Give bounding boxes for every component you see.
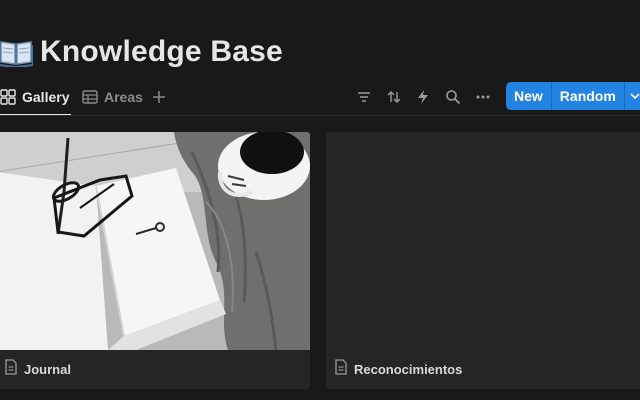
gallery-card[interactable]: Journal bbox=[0, 132, 310, 389]
random-button[interactable]: Random bbox=[552, 82, 625, 110]
document-icon bbox=[4, 359, 18, 380]
lightning-icon[interactable] bbox=[414, 88, 432, 106]
new-button-group: New Random bbox=[506, 82, 640, 110]
card-footer: Journal bbox=[0, 350, 310, 389]
table-icon bbox=[82, 90, 98, 104]
card-cover-image bbox=[0, 132, 310, 350]
more-icon[interactable] bbox=[474, 88, 492, 106]
card-title: Reconocimientos bbox=[354, 362, 463, 377]
card-footer: Reconocimientos bbox=[326, 350, 640, 389]
new-button[interactable]: New bbox=[506, 82, 552, 110]
search-icon[interactable] bbox=[444, 88, 462, 106]
open-book-icon[interactable] bbox=[0, 34, 34, 70]
tab-label: Areas bbox=[104, 89, 143, 105]
chevron-down-icon[interactable] bbox=[625, 82, 640, 110]
page-title[interactable]: Knowledge Base bbox=[40, 35, 283, 69]
gallery-grid-icon bbox=[0, 89, 16, 105]
database-toolbar: Gallery Areas New Random bbox=[0, 82, 640, 116]
toolbar-divider bbox=[0, 115, 640, 116]
tab-gallery[interactable]: Gallery bbox=[0, 82, 72, 116]
sort-icon[interactable] bbox=[385, 88, 403, 106]
tab-label: Gallery bbox=[22, 89, 70, 105]
tab-areas[interactable]: Areas bbox=[82, 82, 143, 112]
page-header: Knowledge Base bbox=[0, 28, 283, 76]
document-icon bbox=[334, 359, 348, 380]
filter-icon[interactable] bbox=[355, 88, 373, 106]
card-title: Journal bbox=[24, 362, 71, 377]
plus-icon[interactable] bbox=[150, 88, 168, 106]
gallery-card[interactable]: Reconocimientos bbox=[326, 132, 640, 389]
knowledge-base-page: Knowledge Base Gallery Areas New Random … bbox=[0, 0, 640, 400]
